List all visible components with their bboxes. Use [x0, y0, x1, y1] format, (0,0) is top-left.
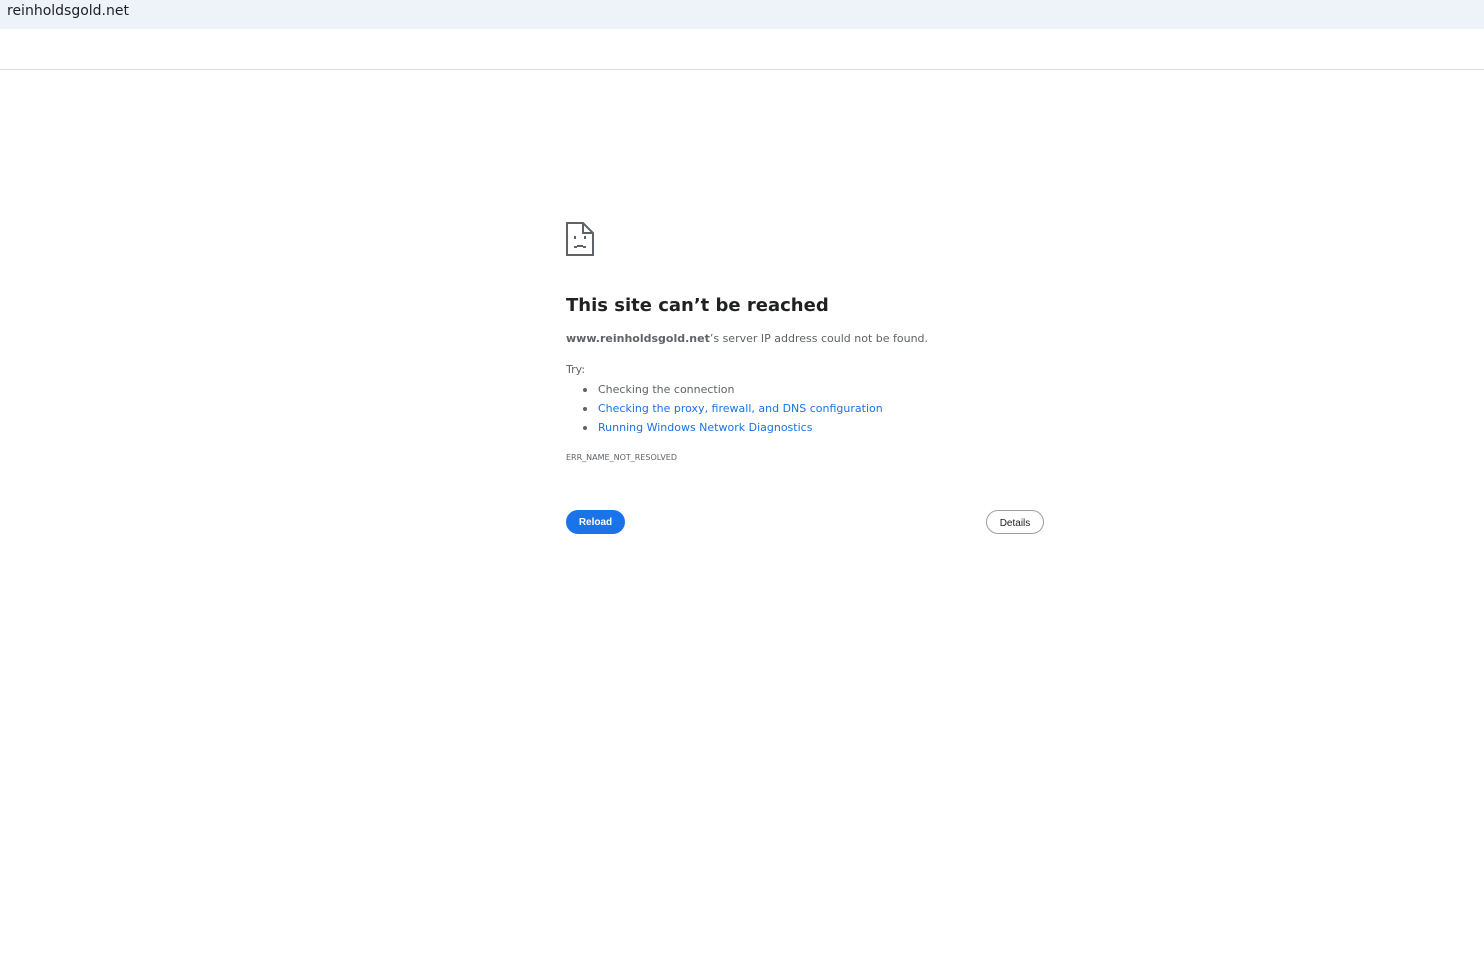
error-heading: This site can’t be reached — [566, 295, 829, 316]
error-description: www.reinholdsgold.net’s server IP addres… — [566, 332, 928, 345]
suggestion-text: Checking the connection — [598, 383, 735, 396]
try-label: Try: — [566, 363, 586, 376]
check-proxy-link[interactable]: Checking the proxy, firewall, and DNS co… — [598, 402, 883, 415]
error-host: www.reinholdsgold.net — [566, 332, 710, 345]
window-title: reinholdsgold.net — [7, 3, 129, 19]
suggestions-list: Checking the connection Checking the pro… — [566, 382, 883, 439]
browser-toolbar — [0, 29, 1484, 70]
suggestion-network-diagnostics: Running Windows Network Diagnostics — [583, 420, 883, 439]
suggestion-check-connection: Checking the connection — [583, 382, 883, 401]
network-diagnostics-link[interactable]: Running Windows Network Diagnostics — [598, 421, 812, 434]
error-content: This site can’t be reached www.reinholds… — [566, 222, 1046, 534]
details-button[interactable]: Details — [986, 510, 1044, 534]
suggestion-check-proxy: Checking the proxy, firewall, and DNS co… — [583, 401, 883, 420]
sad-page-icon — [566, 222, 594, 256]
error-code: ERR_NAME_NOT_RESOLVED — [566, 453, 678, 462]
reload-button[interactable]: Reload — [566, 510, 625, 534]
window-titlebar: reinholdsgold.net — [0, 0, 1484, 29]
error-message: ’s server IP address could not be found. — [709, 332, 929, 345]
